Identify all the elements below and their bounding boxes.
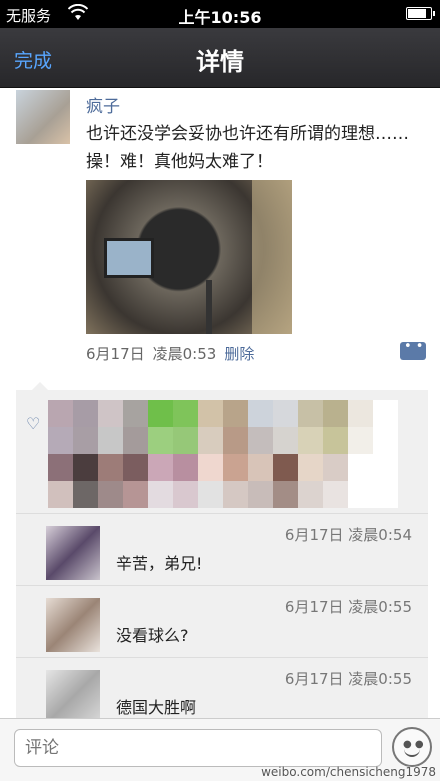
photo-screen	[104, 238, 154, 278]
liker-avatar-tile	[173, 481, 198, 508]
liker-avatar-tile	[198, 454, 223, 481]
delete-button[interactable]: 删除	[224, 345, 254, 363]
battery-icon	[406, 7, 435, 20]
liker-avatar-tile	[148, 427, 173, 454]
liker-avatar-tile	[248, 400, 273, 427]
liker-avatar-tile	[298, 427, 323, 454]
photo-stand	[206, 280, 212, 334]
clock: 上午10:56	[178, 8, 262, 27]
photo-wall	[252, 180, 292, 334]
comment-item[interactable]: 6月17日 凌晨0:55 没看球么?	[16, 586, 428, 658]
liker-avatar-tile	[273, 427, 298, 454]
liker-avatars[interactable]	[48, 400, 398, 508]
liker-avatar-tile	[48, 481, 73, 508]
comment-item[interactable]: 6月17日 凌晨0:55 德国大胜啊	[16, 658, 428, 718]
liker-avatar-tile	[273, 400, 298, 427]
liker-avatar-tile	[123, 454, 148, 481]
liker-avatar-tile	[73, 400, 98, 427]
comment-text: 没看球么?	[116, 626, 189, 645]
liker-avatar-tile	[373, 427, 398, 454]
liker-avatar-tile	[198, 427, 223, 454]
liker-avatar-tile	[323, 481, 348, 508]
liker-avatar-tile	[298, 400, 323, 427]
liker-avatar-tile	[98, 427, 123, 454]
comment-item[interactable]: 6月17日 凌晨0:54 辛苦，弟兄!	[16, 514, 428, 586]
post-date: 6月17日	[86, 345, 145, 363]
nav-bar: 完成 详情	[0, 28, 440, 88]
liker-avatar-tile	[173, 400, 198, 427]
liker-avatar-tile	[248, 481, 273, 508]
liker-avatar-tile	[123, 400, 148, 427]
liker-avatar-tile	[273, 481, 298, 508]
liker-avatar-tile	[198, 400, 223, 427]
liker-avatar-tile	[373, 481, 398, 508]
avatar[interactable]	[46, 670, 100, 718]
comment-input[interactable]	[14, 729, 382, 767]
liker-avatar-tile	[98, 481, 123, 508]
liker-avatar-tile	[223, 427, 248, 454]
status-bar: 无服务 上午10:56	[0, 0, 440, 28]
emoji-mouth	[404, 749, 420, 757]
liker-avatar-tile	[48, 427, 73, 454]
liker-avatar-tile	[173, 454, 198, 481]
liker-avatar-tile	[248, 454, 273, 481]
heart-icon: ♡	[26, 414, 41, 433]
liker-avatar-tile	[223, 400, 248, 427]
liker-avatar-tile	[48, 400, 73, 427]
liker-avatar-tile	[298, 481, 323, 508]
watermark: weibo.com/chensicheng1978	[261, 765, 436, 779]
liker-avatar-tile	[348, 481, 373, 508]
liker-avatar-tile	[98, 454, 123, 481]
comment-input-bar: ● ● weibo.com/chensicheng1978	[0, 718, 440, 781]
liker-avatar-tile	[373, 400, 398, 427]
liker-avatar-tile	[298, 454, 323, 481]
comment-icon[interactable]	[400, 339, 426, 360]
liker-avatar-tile	[173, 427, 198, 454]
liker-avatar-tile	[348, 427, 373, 454]
liker-avatar-tile	[148, 454, 173, 481]
comment-time: 6月17日 凌晨0:55	[284, 598, 412, 616]
liker-avatar-tile	[223, 481, 248, 508]
liker-avatar-tile	[348, 454, 373, 481]
liker-avatar-tile	[73, 454, 98, 481]
liker-avatar-tile	[348, 400, 373, 427]
liker-avatar-tile	[98, 400, 123, 427]
page-title: 详情	[196, 48, 244, 76]
post-time: 凌晨0:53	[152, 345, 217, 363]
comment-text: 辛苦，弟兄!	[116, 554, 203, 573]
liker-avatar-tile	[73, 481, 98, 508]
comment-time: 6月17日 凌晨0:55	[284, 670, 412, 688]
post-username[interactable]: 疯子	[86, 92, 120, 117]
liker-avatar-tile	[273, 454, 298, 481]
avatar[interactable]	[16, 90, 70, 144]
avatar[interactable]	[46, 598, 100, 652]
liker-avatar-tile	[223, 454, 248, 481]
post-text: 也许还没学会妥协也许还有所谓的理想……操！难！真他妈太难了！	[86, 124, 409, 172]
post-detail: 疯子 也许还没学会妥协也许还有所谓的理想……操！难！真他妈太难了！ 6月17日凌…	[0, 88, 440, 718]
likes-section: ♡	[16, 390, 428, 514]
liker-avatar-tile	[323, 427, 348, 454]
liker-avatar-tile	[323, 454, 348, 481]
liker-avatar-tile	[73, 427, 98, 454]
liker-avatar-tile	[148, 481, 173, 508]
liker-avatar-tile	[123, 427, 148, 454]
liker-avatar-tile	[373, 454, 398, 481]
liker-avatar-tile	[323, 400, 348, 427]
liker-avatar-tile	[248, 427, 273, 454]
avatar[interactable]	[46, 526, 100, 580]
liker-avatar-tile	[123, 481, 148, 508]
liker-avatar-tile	[48, 454, 73, 481]
comment-text: 德国大胜啊	[116, 698, 197, 717]
comment-time: 6月17日 凌晨0:54	[284, 526, 412, 544]
emoji-button[interactable]: ● ●	[392, 727, 432, 767]
liker-avatar-tile	[198, 481, 223, 508]
comment-area: ♡ 6月17日 凌晨0:54 辛苦，弟兄! 6月17日 凌晨0:55 没看球么?…	[16, 382, 428, 718]
post-photo[interactable]	[86, 180, 292, 334]
liker-avatar-tile	[148, 400, 173, 427]
post-meta: 6月17日 凌晨0:53 删除	[86, 343, 254, 364]
